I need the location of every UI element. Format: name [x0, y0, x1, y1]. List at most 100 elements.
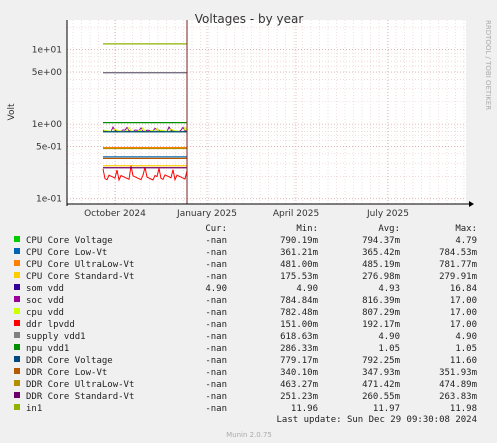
legend-avg: 807.29m — [362, 308, 400, 318]
legend-avg: 260.55m — [362, 392, 400, 402]
legend-avg: 1.05 — [378, 344, 400, 354]
x-tick-labels: October 2024 January 2025 April 2025 July 2… — [84, 209, 409, 219]
legend-swatch — [14, 392, 20, 398]
legend-min: 251.23m — [280, 392, 318, 402]
y-tick-label: 1e+01 — [32, 46, 62, 56]
legend-min: 361.21m — [280, 248, 318, 258]
legend-swatch — [14, 344, 20, 350]
legend-max: 781.77m — [439, 260, 477, 270]
legend-name: som vdd — [26, 284, 64, 294]
legend-avg: 4.93 — [378, 284, 400, 294]
legend-avg: 794.37m — [362, 236, 400, 246]
legend-cur: -nan — [205, 308, 227, 318]
y-axis-label: Volt — [7, 103, 17, 120]
y-tick-label: 1e-01 — [36, 195, 62, 205]
legend-min: 11.96 — [291, 404, 318, 414]
legend-cur: -nan — [205, 320, 227, 330]
legend-min: 782.48m — [280, 308, 318, 318]
legend-avg: 192.17m — [362, 320, 400, 330]
legend-avg: 365.42m — [362, 248, 400, 258]
legend-cur: -nan — [205, 236, 227, 246]
legend-name: CPU Core Low-Vt — [26, 248, 107, 258]
y-tick-label: 5e+00 — [32, 68, 63, 78]
legend-swatch — [14, 380, 20, 386]
legend-name: supply vdd1 — [26, 332, 86, 342]
legend-swatch — [14, 404, 20, 410]
legend-max: 11.98 — [450, 404, 477, 414]
legend-avg: 11.97 — [373, 404, 400, 414]
legend-max: 263.83m — [439, 392, 477, 402]
legend-cur: -nan — [205, 248, 227, 258]
legend-max: 17.00 — [450, 308, 477, 318]
legend-swatch — [14, 368, 20, 374]
x-tick-label: October 2024 — [84, 209, 146, 219]
legend-max: 11.60 — [450, 356, 477, 366]
y-tick-label: 1e+00 — [32, 120, 63, 130]
x-tick-label: January 2025 — [176, 209, 237, 219]
legend-max: 784.53m — [439, 248, 477, 258]
legend-avg: 816.39m — [362, 296, 400, 306]
legend-avg: 485.19m — [362, 260, 400, 270]
legend-max: 17.00 — [450, 296, 477, 306]
legend-avg: 792.25m — [362, 356, 400, 366]
legend-header: Cur: Min: Avg: Max: — [205, 224, 477, 234]
legend-swatch — [14, 248, 20, 254]
legend-max: 279.91m — [439, 272, 477, 282]
legend-max: 351.93m — [439, 368, 477, 378]
legend-cur: -nan — [205, 380, 227, 390]
legend-avg: 471.42m — [362, 380, 400, 390]
legend-swatch — [14, 284, 20, 290]
legend-min: 790.19m — [280, 236, 318, 246]
rrdtool-credit: RRDTOOL / TOBI OETIKER — [484, 20, 492, 110]
legend-min: 4.90 — [296, 284, 318, 294]
legend: CPU Core Voltage -nan 790.19m 794.37m 4.79 CP… — [14, 236, 477, 414]
legend-avg: 276.98m — [362, 272, 400, 282]
legend-min: 463.27m — [280, 380, 318, 390]
legend-min: 481.00m — [280, 260, 318, 270]
legend-swatch — [14, 296, 20, 302]
legend-cur: -nan — [205, 260, 227, 270]
legend-name: npu vdd1 — [26, 344, 69, 354]
legend-cur: -nan — [205, 404, 227, 414]
col-max-header: Max: — [455, 224, 477, 234]
legend-swatch — [14, 320, 20, 326]
legend-min: 779.17m — [280, 356, 318, 366]
legend-swatch — [14, 236, 20, 242]
x-axis-arrow — [469, 201, 474, 207]
y-tick-labels: 1e+01 5e+00 1e+00 5e-01 1e-01 — [32, 46, 63, 205]
legend-cur: -nan — [205, 296, 227, 306]
legend-avg: 4.90 — [378, 332, 400, 342]
x-tick-label: April 2025 — [273, 209, 319, 219]
munin-version: Munin 2.0.75 — [226, 431, 272, 439]
legend-name: CPU Core Voltage — [26, 236, 113, 246]
legend-cur: -nan — [205, 332, 227, 342]
legend-name: soc vdd — [26, 296, 64, 306]
last-update: Last update: Sun Dec 29 09:30:08 2024 — [277, 415, 477, 425]
legend-name: CPU Core Standard-Vt — [26, 272, 134, 282]
legend-name: ddr lpvdd — [26, 320, 75, 330]
legend-min: 175.53m — [280, 272, 318, 282]
legend-min: 784.84m — [280, 296, 318, 306]
legend-name: CPU Core UltraLow-Vt — [26, 260, 134, 270]
legend-max: 4.79 — [455, 236, 477, 246]
legend-min: 286.33m — [280, 344, 318, 354]
chart-title: Voltages - by year — [195, 12, 304, 26]
legend-max: 17.00 — [450, 320, 477, 330]
col-cur-header: Cur: — [205, 224, 227, 234]
legend-swatch — [14, 260, 20, 266]
legend-swatch — [14, 356, 20, 362]
legend-swatch — [14, 308, 20, 314]
legend-min: 340.10m — [280, 368, 318, 378]
legend-cur: -nan — [205, 356, 227, 366]
legend-cur: -nan — [205, 344, 227, 354]
legend-max: 474.89m — [439, 380, 477, 390]
legend-name: cpu vdd — [26, 308, 64, 318]
legend-max: 1.05 — [455, 344, 477, 354]
col-min-header: Min: — [296, 224, 318, 234]
y-tick-label: 5e-01 — [36, 143, 62, 153]
legend-name: DDR Core UltraLow-Vt — [26, 380, 134, 390]
legend-cur: -nan — [205, 368, 227, 378]
legend-swatch — [14, 272, 20, 278]
legend-swatch — [14, 332, 20, 338]
legend-name: DDR Core Voltage — [26, 356, 113, 366]
